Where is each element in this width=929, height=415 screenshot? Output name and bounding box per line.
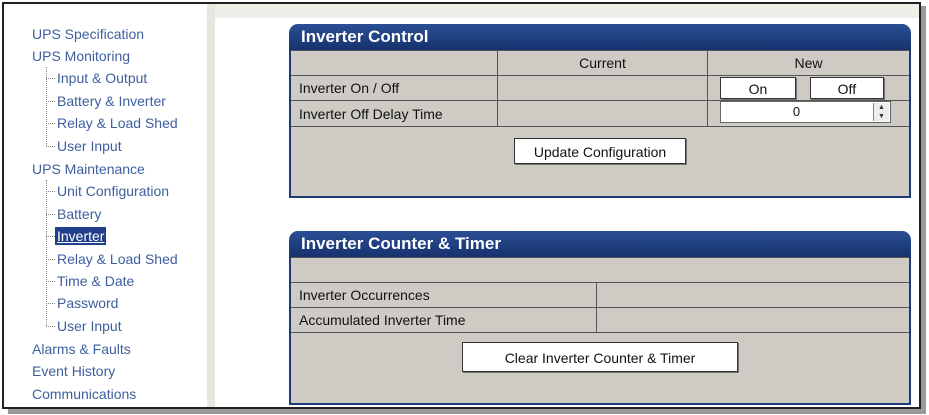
row-label: Accumulated Inverter Time bbox=[291, 307, 597, 333]
occurrences-value bbox=[596, 282, 909, 308]
row-label: Inverter Occurrences bbox=[291, 282, 597, 308]
nav-unit-configuration[interactable]: Unit Configuration bbox=[57, 182, 169, 200]
tree-branch bbox=[46, 214, 55, 215]
tree-branch bbox=[46, 259, 55, 260]
on-button[interactable]: On bbox=[720, 77, 796, 99]
accumulated-time-value bbox=[596, 307, 909, 333]
nav-communications[interactable]: Communications bbox=[32, 385, 136, 403]
nav-ups-monitoring[interactable]: UPS Monitoring bbox=[32, 47, 130, 65]
tree-branch bbox=[46, 146, 55, 147]
counter-timer-panel: Inverter Counter & Timer Inverter Occurr… bbox=[289, 231, 911, 405]
nav-relay-load-shed-monitoring[interactable]: Relay & Load Shed bbox=[57, 114, 178, 132]
row-label: Inverter Off Delay Time bbox=[291, 100, 498, 127]
counter-timer-title: Inverter Counter & Timer bbox=[289, 231, 911, 257]
stepper-arrows[interactable]: ▲ ▼ bbox=[873, 103, 889, 121]
nav-user-input-monitoring[interactable]: User Input bbox=[57, 137, 122, 155]
inverter-control-panel: Inverter Control Current New Inverter On… bbox=[289, 24, 911, 198]
tree-branch bbox=[46, 303, 55, 304]
tree-branch bbox=[46, 101, 55, 102]
stepper-down-icon[interactable]: ▼ bbox=[874, 112, 889, 121]
tree-branch bbox=[46, 78, 55, 79]
sidebar-nav: UPS Specification UPS Monitoring Input &… bbox=[4, 4, 204, 407]
tree-branch bbox=[46, 326, 55, 327]
on-off-current-value bbox=[497, 75, 708, 101]
clear-counter-timer-button[interactable]: Clear Inverter Counter & Timer bbox=[462, 342, 738, 372]
nav-input-output[interactable]: Input & Output bbox=[57, 69, 147, 87]
nav-ups-maintenance[interactable]: UPS Maintenance bbox=[32, 160, 145, 178]
stepper-up-icon[interactable]: ▲ bbox=[874, 103, 889, 112]
nav-relay-load-shed-maintenance[interactable]: Relay & Load Shed bbox=[57, 250, 178, 268]
nav-alarms-faults[interactable]: Alarms & Faults bbox=[32, 340, 131, 358]
counter-timer-table: Inverter Occurrences Accumulated Inverte… bbox=[291, 257, 909, 333]
counter-header-row bbox=[291, 257, 909, 283]
delay-time-stepper[interactable]: 0 ▲ ▼ bbox=[720, 101, 891, 123]
tree-branch bbox=[46, 281, 55, 282]
delay-time-value: 0 bbox=[792, 104, 801, 119]
row-label: Inverter On / Off bbox=[291, 75, 498, 101]
inverter-control-title: Inverter Control bbox=[289, 24, 911, 50]
tree-branch bbox=[46, 236, 55, 237]
main-frame: UPS Specification UPS Monitoring Input &… bbox=[2, 2, 921, 409]
content-top-band bbox=[215, 4, 919, 18]
nav-password[interactable]: Password bbox=[57, 294, 118, 312]
off-button[interactable]: Off bbox=[809, 77, 884, 99]
col-current-header: Current bbox=[497, 50, 708, 76]
tree-branch bbox=[46, 191, 55, 192]
window-shadow-right bbox=[921, 6, 926, 411]
tree-line bbox=[46, 180, 47, 326]
nav-inverter[interactable]: Inverter bbox=[55, 227, 107, 245]
window-shadow-bottom bbox=[8, 409, 926, 414]
nav-battery-inverter[interactable]: Battery & Inverter bbox=[57, 92, 166, 110]
nav-user-input-maintenance[interactable]: User Input bbox=[57, 317, 122, 335]
nav-time-date[interactable]: Time & Date bbox=[57, 272, 134, 290]
tree-branch bbox=[46, 123, 55, 124]
sidebar-divider bbox=[207, 4, 215, 407]
update-configuration-button[interactable]: Update Configuration bbox=[514, 138, 686, 164]
nav-battery[interactable]: Battery bbox=[57, 205, 101, 223]
nav-ups-specification[interactable]: UPS Specification bbox=[32, 25, 144, 43]
nav-event-history[interactable]: Event History bbox=[32, 362, 115, 380]
delay-current-value bbox=[497, 100, 708, 127]
col-new-header: New bbox=[707, 50, 909, 76]
header-spacer bbox=[291, 50, 498, 76]
inverter-control-table: Current New Inverter On / Off On Off Inv… bbox=[291, 50, 909, 127]
